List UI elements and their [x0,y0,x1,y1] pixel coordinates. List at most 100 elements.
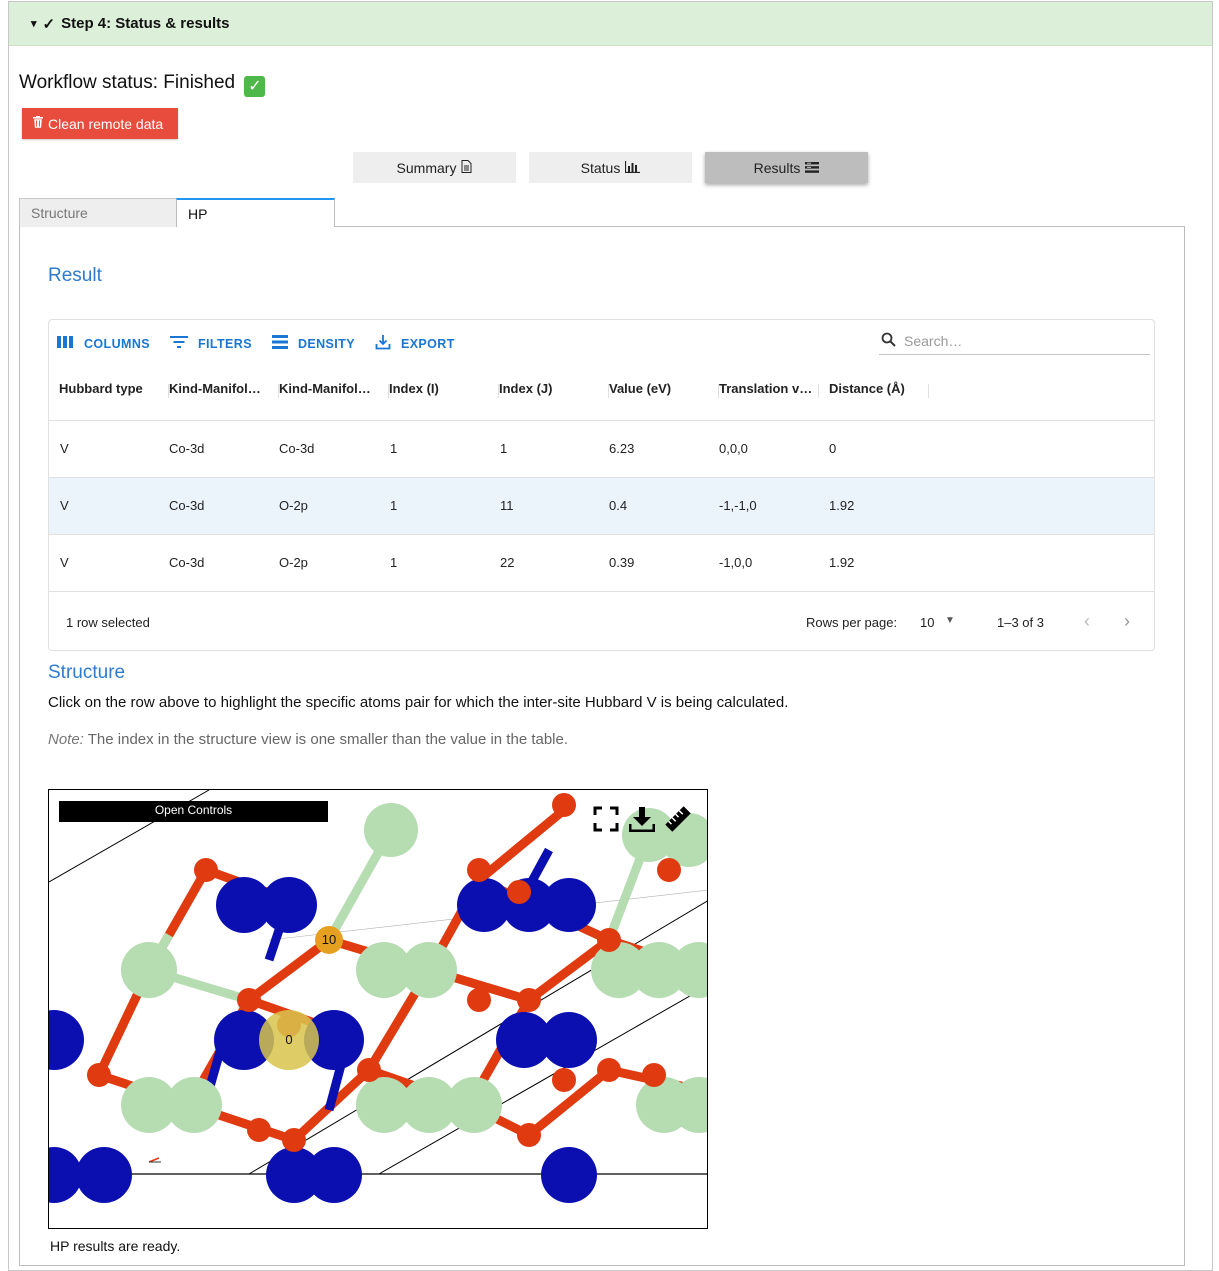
column-separator[interactable] [928,384,929,398]
list-icon [805,160,820,176]
filters-button[interactable]: FILTERS [170,334,252,353]
column-header-kind-manifold-j[interactable]: Kind-Manifol… [279,368,379,421]
status-message: HP results are ready. [50,1238,181,1254]
search-placeholder: Search… [904,333,963,349]
toggle-results[interactable]: Results [705,152,868,183]
grid-footer: 1 row selected Rows per page: 10 ▼ 1–3 o… [49,593,1154,651]
clean-remote-data-label: Clean remote data [48,115,164,132]
cell-hubbard-type: V [60,441,69,456]
cell-value: 6.23 [609,441,635,456]
atom-label-0: 0 [285,1032,292,1047]
structure-note: Note: The index in the structure view is… [48,731,568,748]
cell-hubbard-type: V [60,555,69,570]
check-icon: ✓ [42,15,56,33]
toggle-status-label: Status [580,159,621,176]
cell-kind-manifold-j: Co-3d [279,441,315,456]
caret-down-icon: ▾ [31,18,37,30]
bar-chart-icon [625,160,641,176]
cell-distance: 1.92 [829,498,855,513]
cell-distance: 0 [829,441,837,456]
open-controls-button[interactable]: Open Controls [59,801,328,822]
grid-header-row: Hubbard type Kind-Manifol… Kind-Manifol…… [49,368,1154,421]
toggle-results-label: Results [753,159,801,176]
cell-index-j: 11 [500,498,514,513]
filter-icon [170,336,188,351]
check-mark-icon: ✓ [244,76,266,97]
ruler-icon[interactable] [665,806,691,837]
cell-kind-manifold-j: O-2p [279,498,308,513]
filters-label: FILTERS [198,336,252,351]
cell-kind-manifold-j: O-2p [279,555,308,570]
grid-search-field[interactable]: Search… [879,328,1150,355]
selected-count: 1 row selected [66,615,150,630]
accordion-header[interactable]: ▾ ✓ Step 4: Status & results [9,2,1212,46]
cell-index-i: 1 [390,555,398,570]
tab-structure[interactable]: Structure [19,198,177,227]
cell-index-j: 1 [500,441,508,456]
column-header-index-j[interactable]: Index (J) [499,368,599,421]
cell-index-j: 22 [500,555,515,570]
fullscreen-icon[interactable] [593,806,619,837]
rows-per-page-label: Rows per page: [806,615,898,630]
rows-per-page-select[interactable]: 10 [920,615,934,630]
clean-remote-data-button[interactable]: Clean remote data [22,108,178,139]
structure-instruction: Click on the row above to highlight the … [48,694,789,711]
note-text: The index in the structure view is one s… [83,731,569,748]
file-text-icon [461,159,472,176]
column-header-value[interactable]: Value (eV) [609,368,709,421]
table-row[interactable]: V Co-3d O-2p 1 22 0.39 -1,0,0 1.92 [49,535,1154,592]
toggle-status[interactable]: Status [529,152,692,183]
previous-page-icon[interactable]: ‹ [1084,611,1090,632]
column-header-kind-manifold-i[interactable]: Kind-Manifol… [169,368,269,421]
cell-distance: 1.92 [829,555,855,570]
table-row-selected[interactable]: V Co-3d O-2p 1 11 0.4 -1,-1,0 1.92 [49,478,1154,535]
download-icon[interactable] [628,806,656,837]
cell-kind-manifold-i: Co-3d [169,555,205,570]
columns-button[interactable]: COLUMNS [57,334,150,353]
cell-translation-vector: 0,0,0 [719,441,748,456]
structure-canvas[interactable]: 0 10 [49,790,708,1229]
cell-translation-vector: -1,-1,0 [719,498,757,513]
export-icon [375,334,391,353]
column-header-hubbard-type[interactable]: Hubbard type [59,368,159,421]
export-label: EXPORT [400,336,455,351]
column-header-distance[interactable]: Distance (Å) [829,368,929,421]
search-icon [881,332,896,350]
axes-indicator [148,1157,161,1163]
workflow-status: Workflow status: Finished ✓ [19,72,266,97]
cell-index-i: 1 [390,441,398,456]
cell-kind-manifold-i: Co-3d [169,441,205,456]
next-page-icon[interactable]: › [1124,611,1130,632]
cell-index-i: 1 [390,498,398,513]
columns-icon [57,336,74,351]
toggle-summary[interactable]: Summary [353,152,516,183]
table-row[interactable]: V Co-3d Co-3d 1 1 6.23 0,0,0 0 [49,421,1154,478]
structure-viewer[interactable]: 0 10 Open Controls [48,789,708,1229]
atom-label-10: 10 [322,932,336,947]
column-header-translation-vector[interactable]: Translation v… [719,368,819,421]
result-heading: Result [48,265,102,286]
cell-value: 0.4 [609,498,628,513]
dropdown-arrow-icon[interactable]: ▼ [945,615,955,626]
accordion-title: Step 4: Status & results [61,15,230,32]
pagination-range: 1–3 of 3 [997,615,1044,630]
trash-icon [33,116,43,131]
density-icon [271,335,288,352]
tab-hp[interactable]: HP [176,198,335,227]
column-separator[interactable] [818,384,819,398]
density-button[interactable]: DENSITY [271,334,355,353]
grid-toolbar: COLUMNS FILTERS DENSITY EXPORT [57,334,455,353]
results-data-grid: COLUMNS FILTERS DENSITY EXPORT Search… H… [48,319,1155,651]
cell-hubbard-type: V [60,498,69,513]
export-button[interactable]: EXPORT [375,334,455,353]
column-header-index-i[interactable]: Index (I) [389,368,489,421]
structure-heading: Structure [48,662,126,683]
note-label: Note: [48,731,84,748]
columns-label: COLUMNS [84,336,150,351]
workflow-status-text: Workflow status: Finished [19,72,236,93]
cell-kind-manifold-i: Co-3d [169,498,205,513]
cell-translation-vector: -1,0,0 [719,555,753,570]
viewer-toolbar [593,806,691,837]
density-label: DENSITY [297,336,355,351]
toggle-summary-label: Summary [396,159,457,176]
